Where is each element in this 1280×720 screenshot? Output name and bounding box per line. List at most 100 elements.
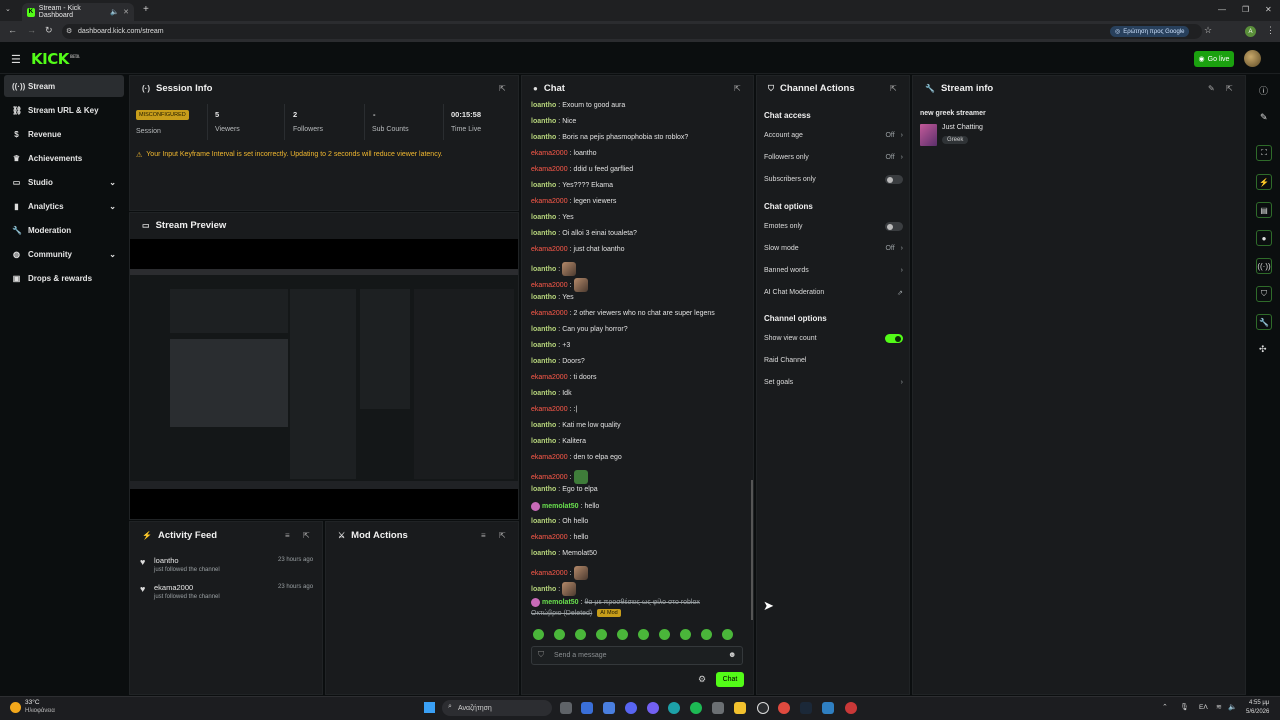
emote-icon[interactable] — [575, 629, 586, 640]
weather-sun-icon[interactable] — [10, 702, 21, 713]
emote-icon[interactable] — [701, 629, 712, 640]
minimize-icon[interactable]: — — [1218, 5, 1226, 14]
taskbar-search[interactable]: Αναζήτηση — [442, 700, 552, 716]
chat-message[interactable]: ekama2000: — [531, 470, 588, 484]
chat-message[interactable]: loantho: Oh hello — [531, 518, 588, 525]
chat-message[interactable]: loantho: Can you play horror? — [531, 326, 628, 333]
chat-username[interactable]: ekama2000 — [531, 374, 568, 381]
sidebar-item-community[interactable]: ◍ Community ⌄ — [4, 243, 124, 265]
chat-message[interactable]: ekama2000: den to elpa ego — [531, 454, 622, 461]
profile-avatar[interactable]: A — [1245, 26, 1256, 37]
chat-username[interactable]: loantho — [531, 358, 556, 365]
shield-icon[interactable]: ⛉ — [538, 650, 544, 660]
chat-username[interactable]: loantho — [531, 390, 556, 397]
chat-message[interactable]: loantho: Doors? — [531, 358, 585, 365]
chat-username[interactable]: loantho — [531, 266, 556, 273]
subscribers-only-toggle[interactable] — [885, 175, 903, 184]
viber-icon[interactable] — [647, 702, 659, 714]
mute-icon[interactable]: 🔈 — [110, 8, 119, 16]
forward-icon[interactable]: → — [27, 25, 36, 35]
app-icon[interactable] — [822, 702, 834, 714]
obs-icon[interactable] — [757, 702, 769, 714]
chrome-icon[interactable] — [778, 702, 790, 714]
google-search-chip[interactable]: ◎ Ερώτηση προς Google — [1110, 26, 1190, 37]
spotify-icon[interactable] — [690, 702, 702, 714]
filter-icon[interactable]: ≡ — [481, 531, 486, 540]
bookmark-star-icon[interactable]: ☆ — [1204, 25, 1212, 36]
banned-words-row[interactable]: Banned words › — [764, 267, 903, 274]
browser-tab[interactable]: K Stream - Kick Dashboard 🔈 ✕ — [22, 3, 134, 21]
raid-channel-row[interactable]: Raid Channel — [764, 357, 903, 364]
chat-message[interactable]: loantho: +3 — [531, 342, 570, 349]
edge-icon[interactable] — [668, 702, 680, 714]
close-window-icon[interactable]: ✕ — [1265, 5, 1272, 14]
chat-message-deleted[interactable]: memolat50: θα με προσθέσεις ως φίλο στο … — [531, 598, 700, 607]
chat-username[interactable]: loantho — [531, 586, 556, 593]
chat-message[interactable]: loantho: Ego to elpa — [531, 486, 598, 493]
emote-icon[interactable] — [659, 629, 670, 640]
emote-icon[interactable] — [596, 629, 607, 640]
chat-toggle-icon[interactable]: ● — [1256, 230, 1272, 246]
chat-message[interactable]: loantho: Idk — [531, 390, 572, 397]
chat-username[interactable]: ekama2000 — [531, 198, 568, 205]
sidebar-item-drops-rewards[interactable]: ▣ Drops & rewards — [4, 267, 124, 289]
file-explorer-icon[interactable] — [734, 702, 746, 714]
popout-icon[interactable]: ⇱ — [734, 84, 741, 93]
app-icon[interactable] — [712, 702, 724, 714]
user-avatar[interactable] — [1244, 50, 1261, 67]
new-tab-icon[interactable]: + — [143, 4, 149, 15]
chat-username[interactable]: loantho — [531, 422, 556, 429]
tab-list-icon[interactable]: ⌄ — [5, 5, 11, 13]
chat-message[interactable]: ekama2000: loantho — [531, 150, 597, 157]
go-live-button[interactable]: ◉ Go live — [1194, 51, 1234, 67]
emote-icon[interactable] — [680, 629, 691, 640]
emotes-only-toggle[interactable] — [885, 222, 903, 231]
steam-icon[interactable] — [800, 702, 812, 714]
chat-message[interactable]: loantho: Nice — [531, 118, 576, 125]
slow-mode-row[interactable]: Slow mode Off › — [764, 245, 903, 252]
sidebar-item-moderation[interactable]: 🔧 Moderation — [4, 219, 124, 241]
chat-message[interactable]: loantho: Boris na pejis phasmophobia sto … — [531, 134, 688, 141]
chat-message[interactable]: loantho: — [531, 582, 577, 596]
chat-message[interactable]: loantho: Yes — [531, 294, 574, 301]
chat-message[interactable]: ekama2000: ti doors — [531, 374, 597, 381]
chat-username[interactable]: loantho — [531, 230, 556, 237]
emote-icon[interactable] — [722, 629, 733, 640]
chat-username[interactable]: loantho — [531, 214, 556, 221]
popout-icon[interactable]: ⇱ — [499, 84, 506, 93]
emoji-icon[interactable]: ☻ — [728, 650, 736, 659]
chat-message[interactable]: ekama2000: — [531, 278, 588, 292]
app-icon[interactable] — [581, 702, 593, 714]
filter-icon[interactable]: ≡ — [285, 531, 290, 540]
chat-username[interactable]: loantho — [531, 326, 556, 333]
browser-menu-icon[interactable]: ⋮ — [1266, 25, 1275, 36]
chat-username[interactable]: loantho — [531, 438, 556, 445]
chat-input[interactable]: Send a message — [531, 646, 743, 665]
url-field[interactable]: dashboard.kick.com/stream — [62, 24, 1202, 39]
restore-icon[interactable]: ❐ — [1242, 5, 1249, 14]
volume-icon[interactable]: 🔈 — [1228, 703, 1237, 711]
windows-start-icon[interactable] — [424, 702, 435, 713]
chat-username[interactable]: loantho — [531, 118, 556, 125]
layout-toggle-icon[interactable]: ⛶ — [1256, 145, 1272, 161]
chat-message[interactable]: ekama2000: just chat loantho — [531, 246, 625, 253]
app-icon[interactable] — [845, 702, 857, 714]
chat-username[interactable]: loantho — [531, 134, 556, 141]
popout-icon[interactable]: ⇱ — [303, 531, 310, 540]
account-age-row[interactable]: Account age Off › — [764, 132, 903, 139]
chat-username[interactable]: loantho — [531, 102, 556, 109]
set-goals-row[interactable]: Set goals › — [764, 379, 903, 386]
chat-message[interactable]: ekama2000: hello — [531, 534, 588, 541]
tray-chevron-icon[interactable]: ⌃ — [1162, 703, 1168, 711]
chat-username[interactable]: ekama2000 — [531, 150, 568, 157]
apps-icon[interactable]: ✣ — [1259, 344, 1267, 355]
reload-icon[interactable]: ↻ — [45, 25, 53, 36]
chat-message[interactable]: ekama2000: ddid u feed garflied — [531, 166, 633, 173]
chat-message[interactable]: ekama2000::| — [531, 406, 577, 413]
send-chat-button[interactable]: Chat — [716, 672, 744, 687]
chat-username[interactable]: ekama2000 — [531, 454, 568, 461]
hamburger-menu-icon[interactable]: ☰ — [11, 53, 21, 66]
wrench-toggle-icon[interactable]: 🔧 — [1256, 314, 1272, 330]
emote-icon[interactable] — [554, 629, 565, 640]
back-icon[interactable]: ← — [8, 25, 17, 35]
